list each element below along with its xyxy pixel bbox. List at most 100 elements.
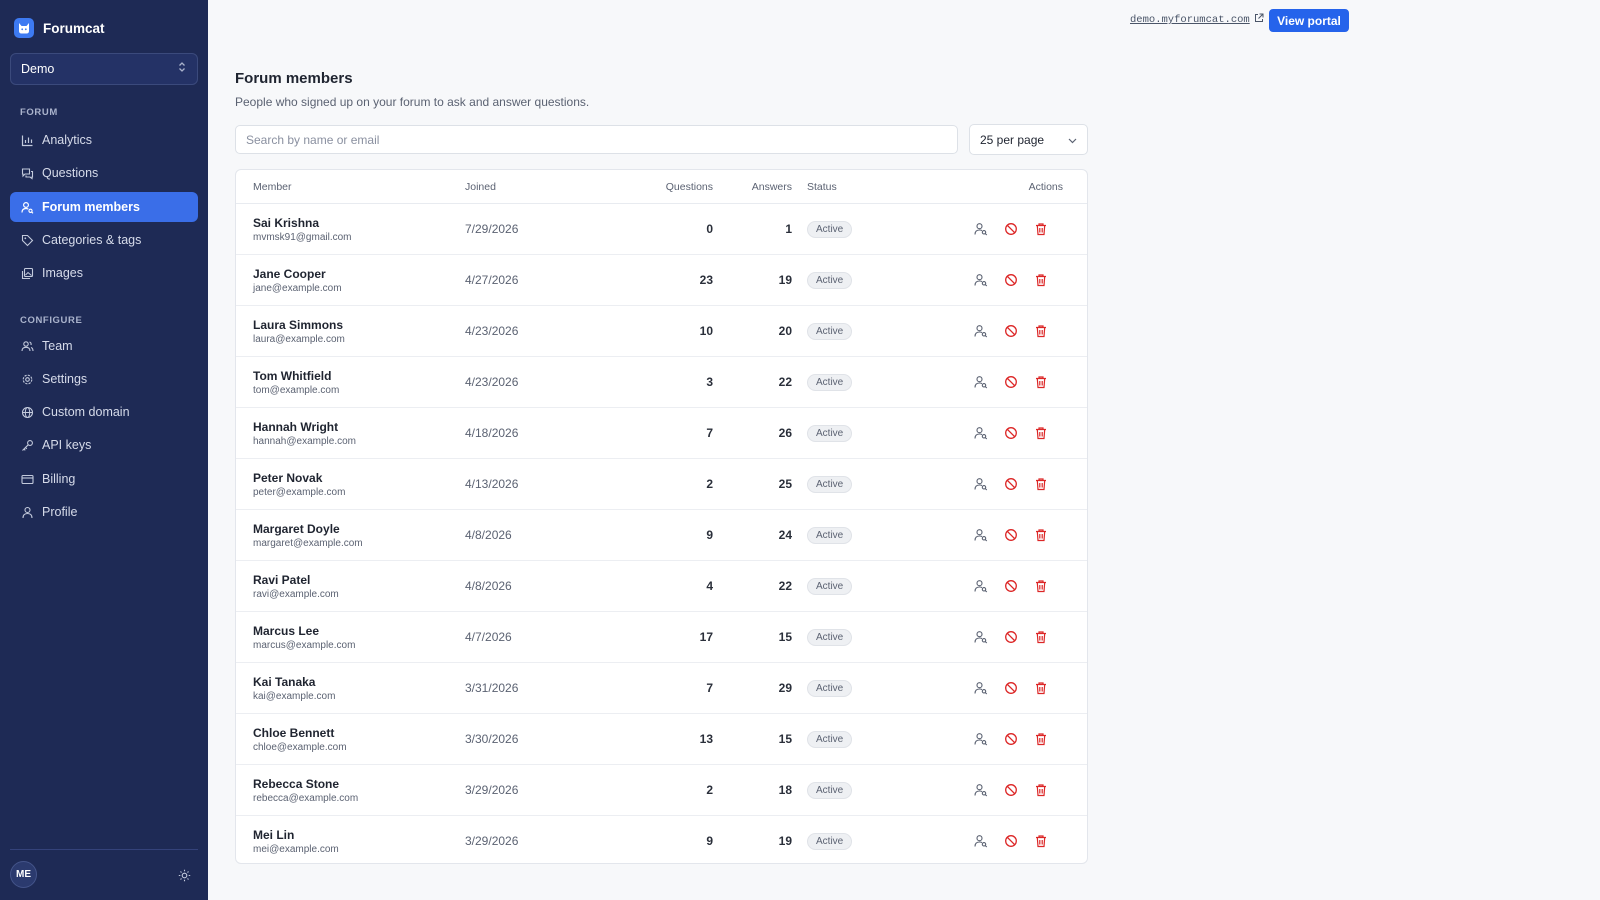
table-row[interactable]: Rebecca Stone rebecca@example.com 3/29/202…	[236, 765, 1087, 816]
per-page-select[interactable]: 25 per page	[969, 124, 1088, 155]
view-member-icon[interactable]	[973, 221, 989, 237]
sidebar-item-categories-tags[interactable]: Categories & tags	[10, 225, 198, 255]
ban-icon[interactable]	[1003, 578, 1019, 594]
trash-icon[interactable]	[1033, 527, 1049, 543]
ban-icon[interactable]	[1003, 374, 1019, 390]
view-member-icon[interactable]	[973, 578, 989, 594]
sidebar-item-images[interactable]: Images	[10, 258, 198, 288]
user-search-icon	[20, 200, 34, 214]
trash-icon[interactable]	[1033, 221, 1049, 237]
member-name: Mei Lin	[253, 828, 295, 842]
sidebar-item-profile[interactable]: Profile	[10, 497, 198, 527]
table-row[interactable]: Ravi Patel ravi@example.com 4/8/2026 4 22 Act…	[236, 561, 1087, 612]
cat-logo-icon	[14, 18, 34, 38]
sidebar-item-label: Settings	[42, 372, 88, 386]
ban-icon[interactable]	[1003, 527, 1019, 543]
joined-date: 4/13/2026	[465, 477, 519, 491]
trash-icon[interactable]	[1033, 680, 1049, 696]
view-member-icon[interactable]	[973, 374, 989, 390]
search-input[interactable]	[235, 125, 958, 154]
status-badge: Active	[807, 374, 853, 391]
portal-url-link[interactable]: demo.myforumcat.com	[1130, 13, 1264, 27]
table-row[interactable]: Jane Cooper jane@example.com 4/27/2026 23 19…	[236, 255, 1087, 306]
trash-icon[interactable]	[1033, 272, 1049, 288]
chevron-down-icon	[1068, 133, 1077, 147]
sidebar-item-api-keys[interactable]: API keys	[10, 430, 198, 460]
ban-icon[interactable]	[1003, 221, 1019, 237]
ban-icon[interactable]	[1003, 629, 1019, 645]
member-email: jane@example.com	[253, 283, 342, 294]
trash-icon[interactable]	[1033, 323, 1049, 339]
joined-date: 4/7/2026	[465, 630, 512, 644]
view-member-icon[interactable]	[973, 425, 989, 441]
trash-icon[interactable]	[1033, 782, 1049, 798]
row-actions	[973, 731, 1049, 747]
trash-icon[interactable]	[1033, 374, 1049, 390]
sidebar-item-settings[interactable]: Settings	[10, 364, 198, 394]
trash-icon[interactable]	[1033, 629, 1049, 645]
row-actions	[973, 323, 1049, 339]
status-badge: Active	[807, 272, 853, 289]
sidebar-item-questions[interactable]: Questions	[10, 158, 198, 188]
trash-icon[interactable]	[1033, 833, 1049, 849]
table-row[interactable]: Margaret Doyle margaret@example.com 4/8/20…	[236, 510, 1087, 561]
answers-count: 22	[778, 579, 792, 593]
ban-icon[interactable]	[1003, 425, 1019, 441]
table-row[interactable]: Sai Krishna mvmsk91@gmail.com 7/29/2026 0 1 A…	[236, 204, 1087, 255]
portal-url-text: demo.myforumcat.com	[1130, 14, 1250, 26]
credit-card-icon	[20, 472, 34, 486]
ban-icon[interactable]	[1003, 323, 1019, 339]
view-member-icon[interactable]	[973, 527, 989, 543]
brand[interactable]: Forumcat	[14, 17, 105, 39]
table-row[interactable]: Tom Whitfield tom@example.com 4/23/2026 3 22…	[236, 357, 1087, 408]
sidebar-item-custom-domain[interactable]: Custom domain	[10, 397, 198, 427]
view-member-icon[interactable]	[973, 680, 989, 696]
view-member-icon[interactable]	[973, 833, 989, 849]
member-email: rebecca@example.com	[253, 793, 359, 804]
sidebar-item-label: Analytics	[42, 133, 93, 147]
table-row[interactable]: Chloe Bennett chloe@example.com 3/30/2026 1…	[236, 714, 1087, 765]
table-row[interactable]: Peter Novak peter@example.com 4/13/2026 2 25…	[236, 459, 1087, 510]
view-member-icon[interactable]	[973, 629, 989, 645]
page-title: Forum members	[235, 70, 353, 87]
table-row[interactable]: Mei Lin mei@example.com 3/29/2026 9 19 Active	[236, 816, 1087, 863]
avatar[interactable]: ME	[10, 861, 37, 888]
table-row[interactable]: Laura Simmons laura@example.com 4/23/2026 1…	[236, 306, 1087, 357]
sidebar-item-label: Billing	[42, 472, 76, 486]
member-email: marcus@example.com	[253, 640, 356, 651]
view-member-icon[interactable]	[973, 782, 989, 798]
view-member-icon[interactable]	[973, 476, 989, 492]
sidebar-item-billing[interactable]: Billing	[10, 464, 198, 494]
table-row[interactable]: Kai Tanaka kai@example.com 3/31/2026 7 29 Act…	[236, 663, 1087, 714]
sun-icon[interactable]	[176, 867, 192, 883]
joined-date: 3/31/2026	[465, 681, 519, 695]
row-actions	[973, 527, 1049, 543]
ban-icon[interactable]	[1003, 731, 1019, 747]
trash-icon[interactable]	[1033, 476, 1049, 492]
sidebar-item-label: Profile	[42, 505, 78, 519]
ban-icon[interactable]	[1003, 476, 1019, 492]
ban-icon[interactable]	[1003, 782, 1019, 798]
view-portal-button[interactable]: View portal	[1269, 9, 1349, 32]
view-member-icon[interactable]	[973, 272, 989, 288]
status-badge: Active	[807, 578, 853, 595]
view-member-icon[interactable]	[973, 731, 989, 747]
table-row[interactable]: Hannah Wright hannah@example.com 4/18/2026…	[236, 408, 1087, 459]
trash-icon[interactable]	[1033, 578, 1049, 594]
ban-icon[interactable]	[1003, 833, 1019, 849]
view-member-icon[interactable]	[973, 323, 989, 339]
sidebar-item-analytics[interactable]: Analytics	[10, 125, 198, 155]
workspace-select[interactable]: Demo	[10, 53, 198, 85]
joined-date: 4/8/2026	[465, 528, 512, 542]
member-email: kai@example.com	[253, 691, 336, 702]
trash-icon[interactable]	[1033, 731, 1049, 747]
sidebar-item-team[interactable]: Team	[10, 331, 198, 361]
sidebar-item-forum-members[interactable]: Forum members	[10, 192, 198, 222]
trash-icon[interactable]	[1033, 425, 1049, 441]
tag-icon	[20, 233, 34, 247]
joined-date: 4/18/2026	[465, 426, 519, 440]
table-row[interactable]: Marcus Lee marcus@example.com 4/7/2026 17 15…	[236, 612, 1087, 663]
ban-icon[interactable]	[1003, 272, 1019, 288]
answers-count: 15	[778, 732, 792, 746]
ban-icon[interactable]	[1003, 680, 1019, 696]
